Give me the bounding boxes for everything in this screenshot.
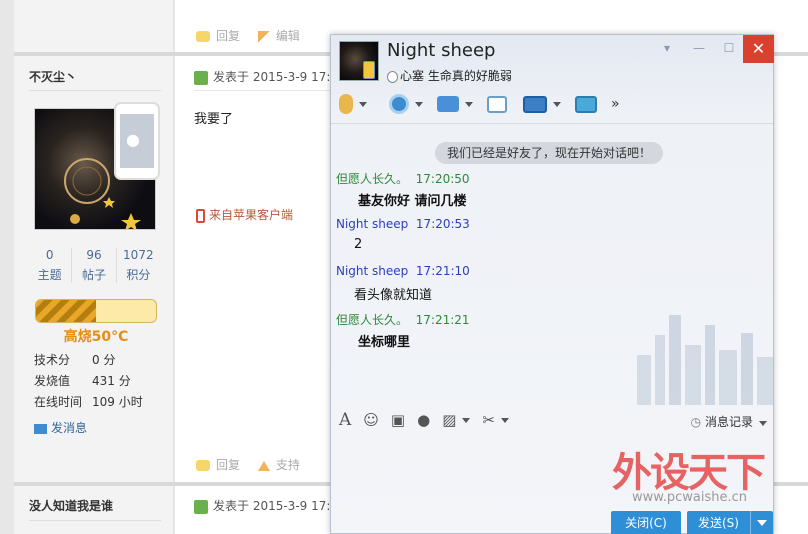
- video-call-tool[interactable]: [389, 93, 423, 115]
- watermark-url: www.pcwaishe.cn: [632, 490, 747, 505]
- window-menu-button[interactable]: ▾: [657, 41, 677, 59]
- image-icon[interactable]: ▨: [442, 411, 471, 429]
- post-actions: 回复 支持: [196, 456, 300, 473]
- mail-icon: [34, 423, 47, 434]
- comment-icon: [196, 31, 210, 42]
- chevron-down-icon: [465, 101, 473, 107]
- post-content: 我要了: [194, 112, 234, 127]
- chevron-down-icon: [759, 421, 767, 426]
- mobile-online-icon: [363, 61, 375, 79]
- post-header-divider: [194, 90, 334, 91]
- author-stats: 0 主题 96 帖子 1072 积分: [28, 248, 160, 283]
- message-header: 但愿人长久。 17:21:21: [336, 311, 470, 328]
- author-username-2[interactable]: 没人知道我是谁: [29, 497, 113, 514]
- minimize-button[interactable]: —: [689, 41, 709, 59]
- contact-signature: 心塞 生命真的好脆弱: [387, 67, 512, 84]
- post-status-icon: [194, 499, 208, 514]
- message-text: 坐标哪里: [358, 335, 411, 350]
- message-time: 17:20:53: [408, 217, 470, 231]
- font-icon[interactable]: A: [339, 410, 351, 430]
- send-message-link[interactable]: 发消息: [34, 419, 87, 436]
- apple-icon: ●: [126, 130, 140, 149]
- message-text: 2: [354, 237, 363, 252]
- chevron-down-icon: [462, 417, 471, 423]
- site-watermark: 外设天下 www.pcwaishe.cn: [612, 440, 808, 516]
- message-header: Night sheep 17:21:10: [336, 264, 470, 278]
- chevron-down-icon: [415, 101, 423, 107]
- level-label: 高烧50°C: [63, 329, 129, 345]
- contact-name[interactable]: Night sheep: [387, 40, 495, 61]
- create-discussion-tool[interactable]: [487, 93, 507, 115]
- username-divider: [29, 520, 161, 521]
- author-username[interactable]: 不灭尘丶: [29, 68, 77, 85]
- chevron-down-icon: [757, 520, 767, 526]
- support-action[interactable]: 支持: [257, 458, 300, 472]
- chat-history[interactable]: 我们已经是好友了，现在开始对话吧！ 但愿人长久。 17:20:50 基友你好 请问…: [331, 123, 773, 405]
- share-screen-tool[interactable]: [575, 93, 597, 115]
- chevron-down-icon: [500, 417, 509, 423]
- window-close-button[interactable]: ✕: [743, 35, 774, 63]
- discussion-icon: [487, 95, 507, 113]
- info-fever: 发烧值 431 分: [34, 374, 131, 388]
- system-message: 我们已经是好友了，现在开始对话吧！: [435, 142, 664, 164]
- message-sender[interactable]: Night sheep: [336, 264, 408, 278]
- maximize-button[interactable]: ☐: [719, 41, 739, 59]
- thumbs-up-icon: [257, 460, 270, 471]
- message-header: Night sheep 17:20:53: [336, 217, 470, 231]
- post-status-icon: [194, 70, 208, 85]
- page-left-strip: [0, 0, 14, 534]
- skyline-decoration: [637, 315, 773, 405]
- message-history-button[interactable]: ◷ 消息记录: [691, 413, 767, 430]
- chevron-down-icon: [359, 101, 367, 107]
- file-transfer-tool[interactable]: [437, 93, 473, 115]
- post-timestamp: 发表于 2015-3-9 17:: [194, 68, 330, 85]
- level-progress-bar: [35, 299, 157, 323]
- clock-icon: ◷: [690, 415, 702, 429]
- message-header: 但愿人长久。 17:20:50: [336, 170, 470, 187]
- pencil-icon: [257, 30, 270, 43]
- monitor-icon: [523, 95, 547, 113]
- message-time: 17:21:21: [408, 313, 470, 327]
- mobile-user-badge: ●: [114, 102, 160, 180]
- message-time: 17:21:10: [408, 264, 470, 278]
- emoji-icon[interactable]: ☺: [363, 411, 379, 429]
- message-text: 基友你好 请问几楼: [358, 194, 467, 209]
- stat-threads[interactable]: 0 主题: [28, 248, 73, 283]
- prev-post-actions: 回复 编辑: [196, 27, 300, 44]
- more-tools-button[interactable]: »: [611, 93, 620, 115]
- edit-action[interactable]: 编辑: [257, 29, 300, 43]
- voice-call-tool[interactable]: [339, 93, 367, 115]
- level-progress-fill: [36, 300, 96, 322]
- screen-share-icon: [575, 95, 597, 113]
- phone-icon: [196, 208, 205, 223]
- signature-icon: [387, 70, 398, 83]
- stat-posts[interactable]: 96 帖子: [72, 248, 117, 283]
- magic-emoticon-icon[interactable]: ▣: [391, 411, 405, 429]
- message-sender[interactable]: 但愿人长久。: [336, 172, 408, 186]
- scissors-icon[interactable]: ✂: [482, 411, 509, 429]
- comment-icon: [196, 460, 210, 471]
- username-divider: [29, 90, 161, 91]
- reply-action[interactable]: 回复: [196, 458, 240, 472]
- info-online: 在线时间 109 小时: [34, 395, 143, 409]
- message-sender[interactable]: Night sheep: [336, 217, 408, 231]
- voice-message-icon[interactable]: ●: [417, 411, 430, 429]
- microphone-icon: [339, 94, 353, 114]
- folder-send-icon: [437, 96, 459, 112]
- info-tech: 技术分 0 分: [34, 353, 116, 367]
- remote-assist-tool[interactable]: [523, 93, 561, 115]
- message-sender[interactable]: 但愿人长久。: [336, 313, 408, 327]
- message-text: 看头像就知道: [354, 288, 433, 303]
- camera-icon: [389, 94, 409, 114]
- stat-points[interactable]: 1072 积分: [117, 248, 160, 283]
- message-time: 17:20:50: [408, 172, 470, 186]
- chevron-down-icon: [553, 101, 561, 107]
- post-timestamp-2: 发表于 2015-3-9 17:: [194, 497, 330, 514]
- format-toolbar: A ☺ ▣ ● ▨ ✂ ◷ 消息记录: [331, 407, 773, 433]
- reply-action[interactable]: 回复: [196, 29, 240, 43]
- post-source[interactable]: 来自苹果客户端: [196, 206, 293, 223]
